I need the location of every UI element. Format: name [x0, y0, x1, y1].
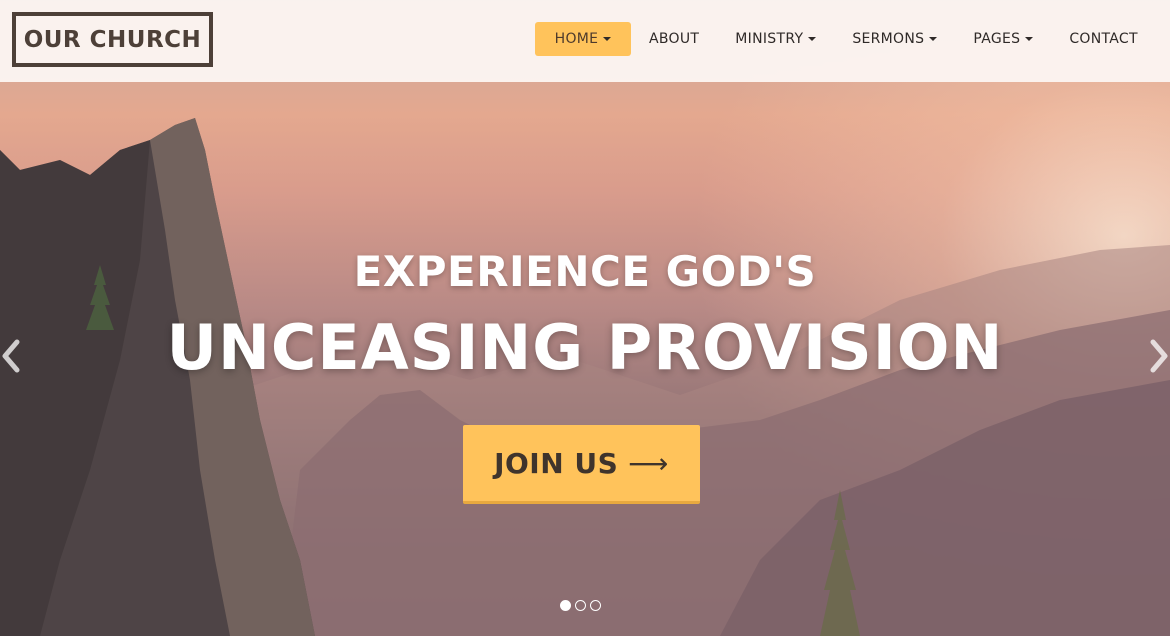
- nav-item-home-label: HOME: [554, 31, 599, 47]
- nav-item-sermons[interactable]: SERMONS: [852, 22, 938, 56]
- nav-item-pages-label: PAGES: [973, 31, 1021, 47]
- nav-item-ministry[interactable]: MINISTRY: [735, 22, 817, 56]
- site-logo[interactable]: OUR CHURCH: [12, 12, 213, 67]
- site-header: OUR CHURCH HOME ABOUT MINISTRY SERMONS P…: [0, 0, 1170, 82]
- chevron-right-icon: [1150, 339, 1168, 373]
- join-us-button[interactable]: JOIN US ⟶: [463, 425, 700, 504]
- join-us-label: JOIN US: [494, 446, 619, 480]
- caret-down-icon: [929, 37, 938, 41]
- carousel-dot-1[interactable]: [560, 600, 571, 611]
- carousel-dot-2[interactable]: [575, 600, 586, 611]
- caret-down-icon: [808, 37, 817, 41]
- nav-item-pages[interactable]: PAGES: [973, 22, 1034, 56]
- arrow-right-icon: ⟶: [628, 446, 669, 480]
- caret-down-icon: [603, 37, 612, 41]
- carousel-dot-3[interactable]: [590, 600, 601, 611]
- carousel-next-button[interactable]: [1148, 338, 1170, 374]
- nav-item-contact-label: CONTACT: [1069, 31, 1138, 47]
- nav-item-sermons-label: SERMONS: [852, 31, 925, 47]
- hero-heading-line1: EXPERIENCE GOD'S: [353, 247, 817, 296]
- carousel-prev-button[interactable]: [0, 338, 22, 374]
- caret-down-icon: [1025, 37, 1034, 41]
- carousel-indicators: [560, 600, 601, 611]
- nav-item-home[interactable]: HOME: [535, 22, 631, 56]
- nav-item-ministry-label: MINISTRY: [735, 31, 804, 47]
- nav-item-about[interactable]: ABOUT: [649, 22, 699, 56]
- nav-item-contact[interactable]: CONTACT: [1069, 22, 1138, 56]
- hero-heading-line2: UNCEASING PROVISION: [166, 311, 1004, 384]
- chevron-left-icon: [2, 339, 20, 373]
- nav-item-about-label: ABOUT: [649, 31, 700, 47]
- main-nav: HOME ABOUT MINISTRY SERMONS PAGES CONTAC…: [535, 22, 1138, 56]
